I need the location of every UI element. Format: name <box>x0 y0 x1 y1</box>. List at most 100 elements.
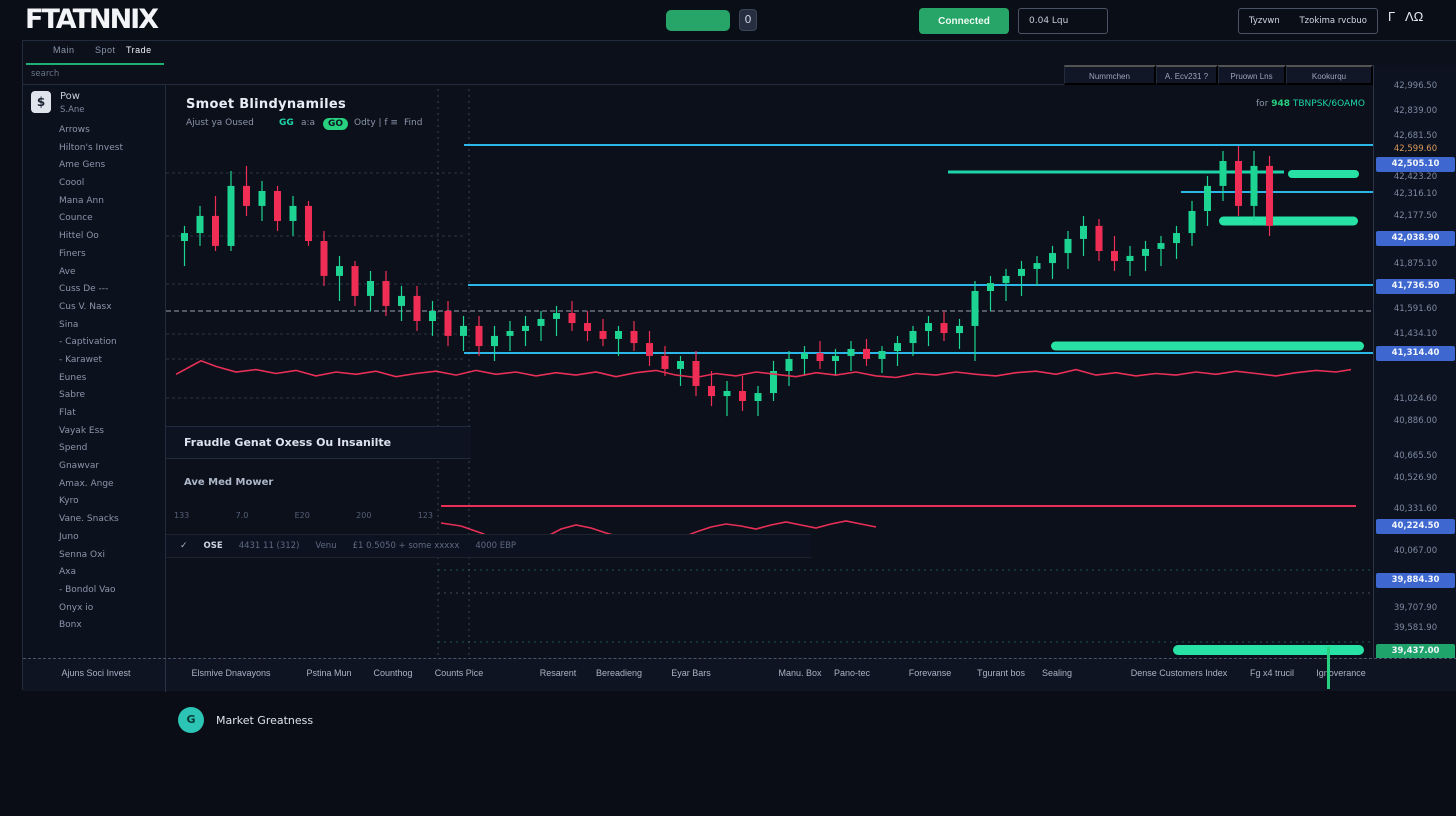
candle <box>553 313 560 319</box>
watchlist-item[interactable]: Sina <box>23 320 165 338</box>
watchlist-item[interactable]: Counce <box>23 213 165 231</box>
price-axis-label: 42,316.10 <box>1374 189 1456 199</box>
bottom-toolbar-item[interactable]: Elsmive Dnavayons <box>191 668 270 678</box>
watchlist-item[interactable]: Flat <box>23 408 165 426</box>
watchlist-item[interactable]: Spend <box>23 443 165 461</box>
footer-chip[interactable]: G Market Greatness <box>178 707 313 733</box>
bottom-toolbar-item[interactable]: Sealing <box>1042 668 1072 678</box>
candle <box>414 296 421 321</box>
price-level-badge[interactable]: 42,505.10 <box>1376 157 1455 172</box>
bottom-toolbar-item[interactable]: Counts Pice <box>435 668 484 678</box>
odty-control[interactable]: Odty | f ≡ <box>354 118 398 128</box>
find-control[interactable]: Find <box>404 118 422 128</box>
candlestick-chart-canvas[interactable] <box>166 85 1373 658</box>
profile-icon[interactable]: ΛΩ <box>1405 9 1423 24</box>
bottom-toolbar-item[interactable]: Dense Customers Index <box>1131 668 1228 678</box>
bottom-toolbar-item[interactable]: Fg x4 trucil <box>1250 668 1294 678</box>
chart-tab-2[interactable]: A. Ecv231 ? <box>1156 65 1218 85</box>
watchlist-item[interactable]: Sabre <box>23 390 165 408</box>
price-level-badge[interactable]: 40,224.50 <box>1376 519 1455 534</box>
watchlist-head[interactable]: $ Pow S.Ane <box>31 91 85 115</box>
status-pill[interactable] <box>666 10 730 31</box>
search-input[interactable]: search <box>31 69 59 79</box>
series-value-3: £1 0.5050 + some xxxxx <box>353 541 460 551</box>
watchlist-item[interactable]: Bonx <box>23 620 165 638</box>
watchlist-item[interactable]: Onyx io <box>23 603 165 621</box>
supply-demand-zone[interactable] <box>1219 217 1358 226</box>
watchlist-item[interactable]: Mana Ann <box>23 196 165 214</box>
price-level-badge[interactable]: 41,314.40 <box>1376 346 1455 361</box>
candle <box>910 331 917 343</box>
price-level-badge[interactable]: 39,437.00 <box>1376 644 1455 659</box>
bottom-toolbar-item[interactable]: Counthog <box>373 668 412 678</box>
bracket-icon[interactable]: Γ <box>1388 9 1395 24</box>
supply-demand-zone[interactable] <box>1288 170 1359 178</box>
bottom-toolbar-item[interactable]: Pano-tec <box>834 668 870 678</box>
watchlist-item[interactable]: Cuss De --- <box>23 284 165 302</box>
price-axis-label: 41,875.10 <box>1374 259 1456 269</box>
price-level-badge[interactable]: 42,038.90 <box>1376 231 1455 246</box>
watchlist-item[interactable]: - Captivation <box>23 337 165 355</box>
bottom-toolbar-item[interactable]: Ajuns Soci Invest <box>61 668 130 678</box>
watchlist-item[interactable]: Arrows <box>23 125 165 143</box>
watchlist-item[interactable]: Senna Oxi <box>23 550 165 568</box>
watchlist-item[interactable]: Vane. Snacks <box>23 514 165 532</box>
watchlist-item[interactable]: Gnawvar <box>23 461 165 479</box>
supply-demand-zone[interactable] <box>1173 645 1364 655</box>
watchlist-item[interactable]: - Karawet <box>23 355 165 373</box>
chart-tab-1[interactable]: Nummchen <box>1064 65 1156 85</box>
indicator-axis-ticks: 1337.0E20200123 <box>166 511 441 520</box>
aa-label: a:a <box>301 118 315 128</box>
bottom-toolbar-item[interactable]: Eyar Bars <box>671 668 711 678</box>
watchlist-item[interactable]: - Bondol Vao <box>23 585 165 603</box>
bottom-toolbar-item[interactable]: Bereadieng <box>596 668 642 678</box>
watchlist-item[interactable]: Finers <box>23 249 165 267</box>
bottom-toolbar-item[interactable]: Tgurant bos <box>977 668 1025 678</box>
candle <box>274 191 281 221</box>
chart-tab-3[interactable]: Pruown Lns <box>1218 65 1286 85</box>
indicator-series-row[interactable]: ✓ OSE 4431 11 (312) Venu £1 0.5050 + som… <box>166 534 811 558</box>
bottom-toolbar-item[interactable]: Pstina Mun <box>306 668 351 678</box>
bottom-toolbar-item[interactable]: Forevanse <box>909 668 952 678</box>
balance-box[interactable]: 0.04 Lqu <box>1018 8 1108 34</box>
current-bar-marker <box>1327 647 1330 689</box>
tab-spot[interactable]: Spot <box>95 45 116 55</box>
price-level-badge[interactable]: 39,884.30 <box>1376 573 1455 588</box>
candle <box>1266 166 1273 226</box>
candle <box>1220 161 1227 186</box>
bottom-toolbar-item[interactable]: Resarent <box>540 668 577 678</box>
watchlist-item[interactable]: Hilton's Invest <box>23 143 165 161</box>
gg-toggle[interactable]: GG <box>279 118 294 128</box>
bottom-toolbar: Ajuns Soci Invest Elsmive Dnavayons Pstina… <box>23 658 1456 691</box>
tab-trade[interactable]: Trade <box>126 45 152 55</box>
notification-count-badge[interactable]: 0 <box>739 9 757 31</box>
supply-demand-zone[interactable] <box>1051 342 1364 351</box>
account-box[interactable]: Tyzvwn Tzokima rvcbuo <box>1238 8 1378 34</box>
watchlist-item[interactable]: Cus V. Nasx <box>23 302 165 320</box>
candle <box>522 326 529 331</box>
watchlist-item[interactable]: Coool <box>23 178 165 196</box>
watchlist-item[interactable]: Juno <box>23 532 165 550</box>
watchlist-item[interactable]: Vayak Ess <box>23 426 165 444</box>
check-icon[interactable]: ✓ <box>180 541 188 551</box>
price-axis-label: 41,591.60 <box>1374 304 1456 314</box>
watchlist-item[interactable]: Eunes <box>23 373 165 391</box>
candle <box>801 353 808 359</box>
candle <box>739 391 746 401</box>
go-toggle[interactable]: GO <box>323 118 348 130</box>
watchlist-item[interactable]: Ame Gens <box>23 160 165 178</box>
bottom-toolbar-item[interactable]: Manu. Box <box>778 668 821 678</box>
connected-button[interactable]: Connected <box>919 8 1009 34</box>
watchlist-item[interactable]: Ave <box>23 267 165 285</box>
adjust-control[interactable]: Ajust ya Oused <box>186 118 254 128</box>
watchlist-item[interactable]: Amax. Ange <box>23 479 165 497</box>
watchlist-item[interactable]: Axa <box>23 567 165 585</box>
chart-tab-4[interactable]: Kookurqu <box>1286 65 1373 85</box>
tab-main[interactable]: Main <box>53 45 75 55</box>
price-axis-label: 41,024.60 <box>1374 394 1456 404</box>
bottom-toolbar-item[interactable]: Ignoverance <box>1316 668 1366 678</box>
watchlist-item[interactable]: Kyro <box>23 496 165 514</box>
candle <box>972 291 979 326</box>
price-level-badge[interactable]: 41,736.50 <box>1376 279 1455 294</box>
watchlist-item[interactable]: Hittel Oo <box>23 231 165 249</box>
